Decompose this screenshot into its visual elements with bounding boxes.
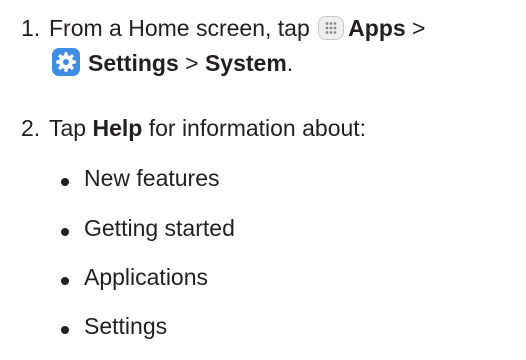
step-2-line: Tap Help for information about: [49, 114, 366, 142]
step-2-number: 2. [21, 115, 41, 141]
step-1-separator-1: > [412, 15, 426, 41]
step-2-prefix: Tap [49, 115, 87, 141]
bullet-dot [61, 326, 69, 334]
list-item-applications: Applications [84, 264, 209, 290]
step-1-separator-2: > [185, 50, 199, 76]
step-2-suffix: for information about: [148, 115, 367, 141]
help-instructions: 1. From a Home screen, tap Apps > Settin… [0, 0, 526, 360]
step-1-prefix: From a Home screen, tap [49, 15, 310, 41]
step-1-line-1: From a Home screen, tap Apps > [49, 14, 425, 42]
settings-label: Settings [88, 50, 179, 76]
list-item-getting-started: Getting started [84, 215, 235, 241]
step-1-number: 1. [21, 15, 41, 41]
bullet-dot [61, 228, 69, 236]
help-label: Help [92, 115, 143, 141]
list-item-new-features: New features [84, 165, 220, 191]
list-item-settings: Settings [84, 313, 168, 339]
bullet-dot [61, 277, 69, 285]
apps-grid-icon [318, 16, 345, 40]
step-1-end: . [286, 50, 294, 76]
step-1-line-2: Settings > System. [52, 48, 293, 77]
apps-label: Apps [348, 15, 406, 41]
system-label: System [204, 50, 287, 76]
bullet-dot [61, 178, 69, 186]
settings-gear-icon [52, 48, 80, 76]
